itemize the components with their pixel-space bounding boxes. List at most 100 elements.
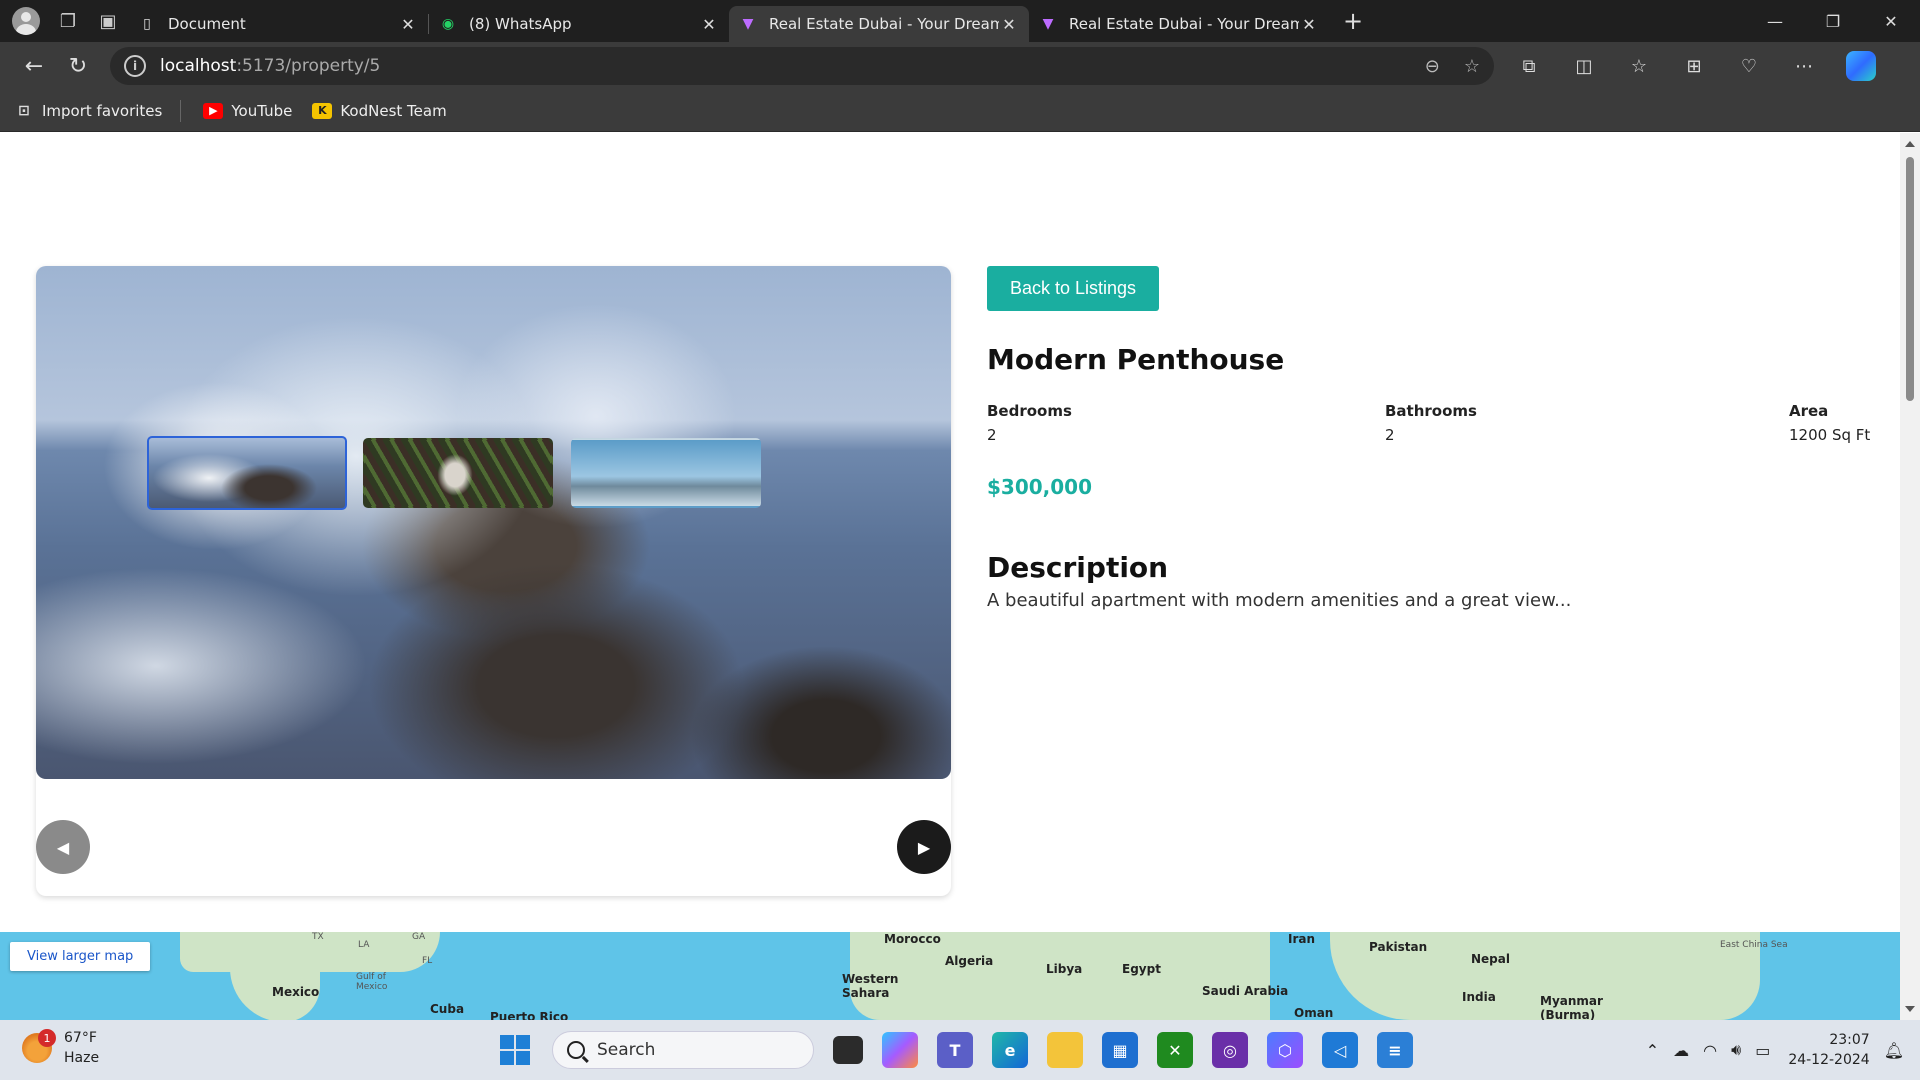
more-menu-icon[interactable]: ⋯ [1784, 46, 1824, 86]
vite-icon: ▼ [742, 16, 754, 32]
back-to-listings-button[interactable]: Back to Listings [987, 266, 1159, 311]
split-screen-icon[interactable]: ◫ [1564, 46, 1604, 86]
vertical-tabs-icon[interactable]: ▣ [88, 0, 128, 42]
system-tray: ⌃ ☁ ◠ 🔊︎ ▭ 23:07 24-12-2024 🔔︎ [1632, 1028, 1904, 1072]
clock[interactable]: 23:07 24-12-2024 [1788, 1030, 1869, 1070]
microsoft-store-icon[interactable]: ▦ [1102, 1032, 1138, 1068]
favorites-icon[interactable]: ☆ [1619, 46, 1659, 86]
kodnest-icon: K [312, 102, 333, 119]
url-path: :5173/property/5 [236, 56, 381, 76]
taskbar-search[interactable]: Search [552, 1031, 814, 1069]
notifications-bell-icon[interactable]: 🔔︎ [1884, 1041, 1904, 1060]
copilot-app-icon[interactable] [882, 1032, 918, 1068]
next-image-button[interactable]: ▶ [897, 820, 951, 874]
spec-area: Area 1200 Sq Ft [1789, 402, 1870, 444]
copilot-hex-icon[interactable]: ⬡ [1267, 1032, 1303, 1068]
thumbnail-3[interactable] [571, 438, 761, 508]
close-icon[interactable]: ✕ [999, 15, 1019, 34]
youtube-link[interactable]: ▶ YouTube [203, 102, 292, 120]
map-label: Nepal [1471, 952, 1510, 966]
tab-whatsapp[interactable]: ◉ (8) WhatsApp ✕ [429, 6, 729, 42]
weather-temperature: 67°F [64, 1030, 97, 1046]
map-label: India [1462, 990, 1496, 1004]
back-arrow-icon[interactable]: ← [12, 46, 56, 86]
taskbar-apps: Search T e ▦ ✕ ◎ ⬡ ◁ ≡ [500, 1028, 1413, 1072]
extensions-icon[interactable]: ⧉ [1509, 46, 1549, 86]
favorite-star-icon[interactable]: ☆ [1464, 56, 1480, 77]
favorite-label: YouTube [231, 101, 293, 120]
copilot-icon[interactable] [1846, 51, 1876, 81]
weather-widget[interactable]: 1 67°F Haze [22, 1028, 99, 1068]
tab-real-estate[interactable]: ▼ Real Estate Dubai - Your Dream Pr ✕ [1029, 6, 1329, 42]
map-label: FL [422, 956, 433, 966]
favorites-bar: ⊡ Import favorites ▶ YouTube K KodNest T… [0, 90, 1920, 132]
page-scrollbar[interactable] [1900, 133, 1920, 1020]
clock-time: 23:07 [1829, 1032, 1870, 1048]
file-explorer-icon[interactable] [1047, 1032, 1083, 1068]
collections-icon[interactable]: ⊞ [1674, 46, 1714, 86]
kodnest-link[interactable]: K KodNest Team [312, 102, 447, 120]
embedded-map[interactable]: Mexico Gulf of Mexico Cuba Puerto Rico M… [0, 932, 1900, 1020]
task-view-icon[interactable] [833, 1036, 863, 1064]
map-label: Cuba [430, 1002, 465, 1016]
close-window-icon[interactable]: ✕ [1862, 0, 1920, 42]
profile-avatar[interactable] [12, 7, 40, 35]
volume-icon[interactable]: 🔊︎ [1731, 1040, 1741, 1060]
url-text[interactable]: localhost:5173/property/5 [160, 56, 1401, 76]
info-icon[interactable]: i [124, 55, 146, 77]
workspaces-icon[interactable]: ❐ [48, 0, 88, 42]
thumbnail-2[interactable] [363, 438, 553, 508]
chevron-up-icon[interactable]: ⌃ [1646, 1041, 1659, 1060]
minimize-icon[interactable]: — [1746, 0, 1804, 42]
close-icon[interactable]: ✕ [1299, 15, 1319, 34]
property-title: Modern Penthouse [987, 343, 1285, 376]
map-label: Algeria [945, 954, 994, 968]
map-label: Libya [1046, 962, 1083, 976]
property-price: $300,000 [987, 475, 1093, 499]
tab-bar: ❐ ▣ ▯ Document ✕ ◉ (8) WhatsApp ✕ ▼ Real… [0, 0, 1920, 42]
tab-real-estate-active[interactable]: ▼ Real Estate Dubai - Your Dream Pr ✕ [729, 6, 1029, 42]
scrollbar-thumb[interactable] [1906, 157, 1914, 401]
whatsapp-icon: ◉ [441, 16, 455, 32]
map-label: Mexico [272, 985, 320, 999]
restore-icon[interactable]: ❐ [1804, 0, 1862, 42]
bathrooms-value: 2 [1385, 426, 1395, 444]
refresh-icon[interactable]: ↻ [56, 46, 100, 86]
windows-taskbar: 1 67°F Haze Search T e ▦ ✕ ◎ ⬡ ◁ ≡ ⌃ ☁ ◠… [0, 1020, 1920, 1080]
import-favorites-link[interactable]: ⊡ Import favorites [14, 102, 162, 120]
scroll-up-icon[interactable] [1905, 141, 1915, 147]
thumbnail-1-selected[interactable] [147, 436, 347, 510]
browser-essentials-icon[interactable]: ♡ [1729, 46, 1769, 86]
new-tab-icon[interactable]: + [1333, 3, 1373, 39]
map-label: Pakistan [1369, 940, 1428, 954]
map-label: Iran [1288, 932, 1316, 946]
teams-icon[interactable]: T [937, 1032, 973, 1068]
notepad-icon[interactable]: ≡ [1377, 1032, 1413, 1068]
edge-icon[interactable]: e [992, 1032, 1028, 1068]
scroll-down-icon[interactable] [1905, 1006, 1915, 1012]
close-icon[interactable]: ✕ [398, 15, 418, 34]
map-label: Puerto Rico [490, 1010, 569, 1020]
map-label: Western Sahara [842, 972, 899, 1000]
map-label: Morocco [884, 932, 941, 946]
thumbnail-strip: ◀ ▶ [36, 779, 951, 896]
tab-title: (8) WhatsApp [469, 15, 572, 33]
area-value: 1200 Sq Ft [1789, 426, 1871, 444]
window-controls: — ❐ ✕ [1746, 0, 1920, 42]
windows-start-icon[interactable] [500, 1035, 530, 1065]
weather-badge: 1 [38, 1029, 56, 1047]
xbox-icon[interactable]: ✕ [1157, 1032, 1193, 1068]
zoom-out-icon[interactable]: ⊖ [1425, 56, 1440, 77]
battery-icon[interactable]: ▭ [1755, 1041, 1770, 1060]
tab-document[interactable]: ▯ Document ✕ [128, 6, 428, 42]
close-icon[interactable]: ✕ [699, 15, 719, 34]
tab-title: Document [168, 15, 246, 33]
vscode-icon[interactable]: ◁ [1322, 1032, 1358, 1068]
onedrive-icon[interactable]: ☁ [1673, 1041, 1689, 1060]
view-larger-map-link[interactable]: View larger map [10, 942, 151, 971]
address-bar[interactable]: i localhost:5173/property/5 ⊖ ☆ [110, 47, 1494, 85]
photos-app-icon[interactable]: ◎ [1212, 1032, 1248, 1068]
map-label: Saudi Arabia [1202, 984, 1289, 998]
wifi-icon[interactable]: ◠ [1703, 1041, 1717, 1060]
previous-image-button[interactable]: ◀ [36, 820, 90, 874]
